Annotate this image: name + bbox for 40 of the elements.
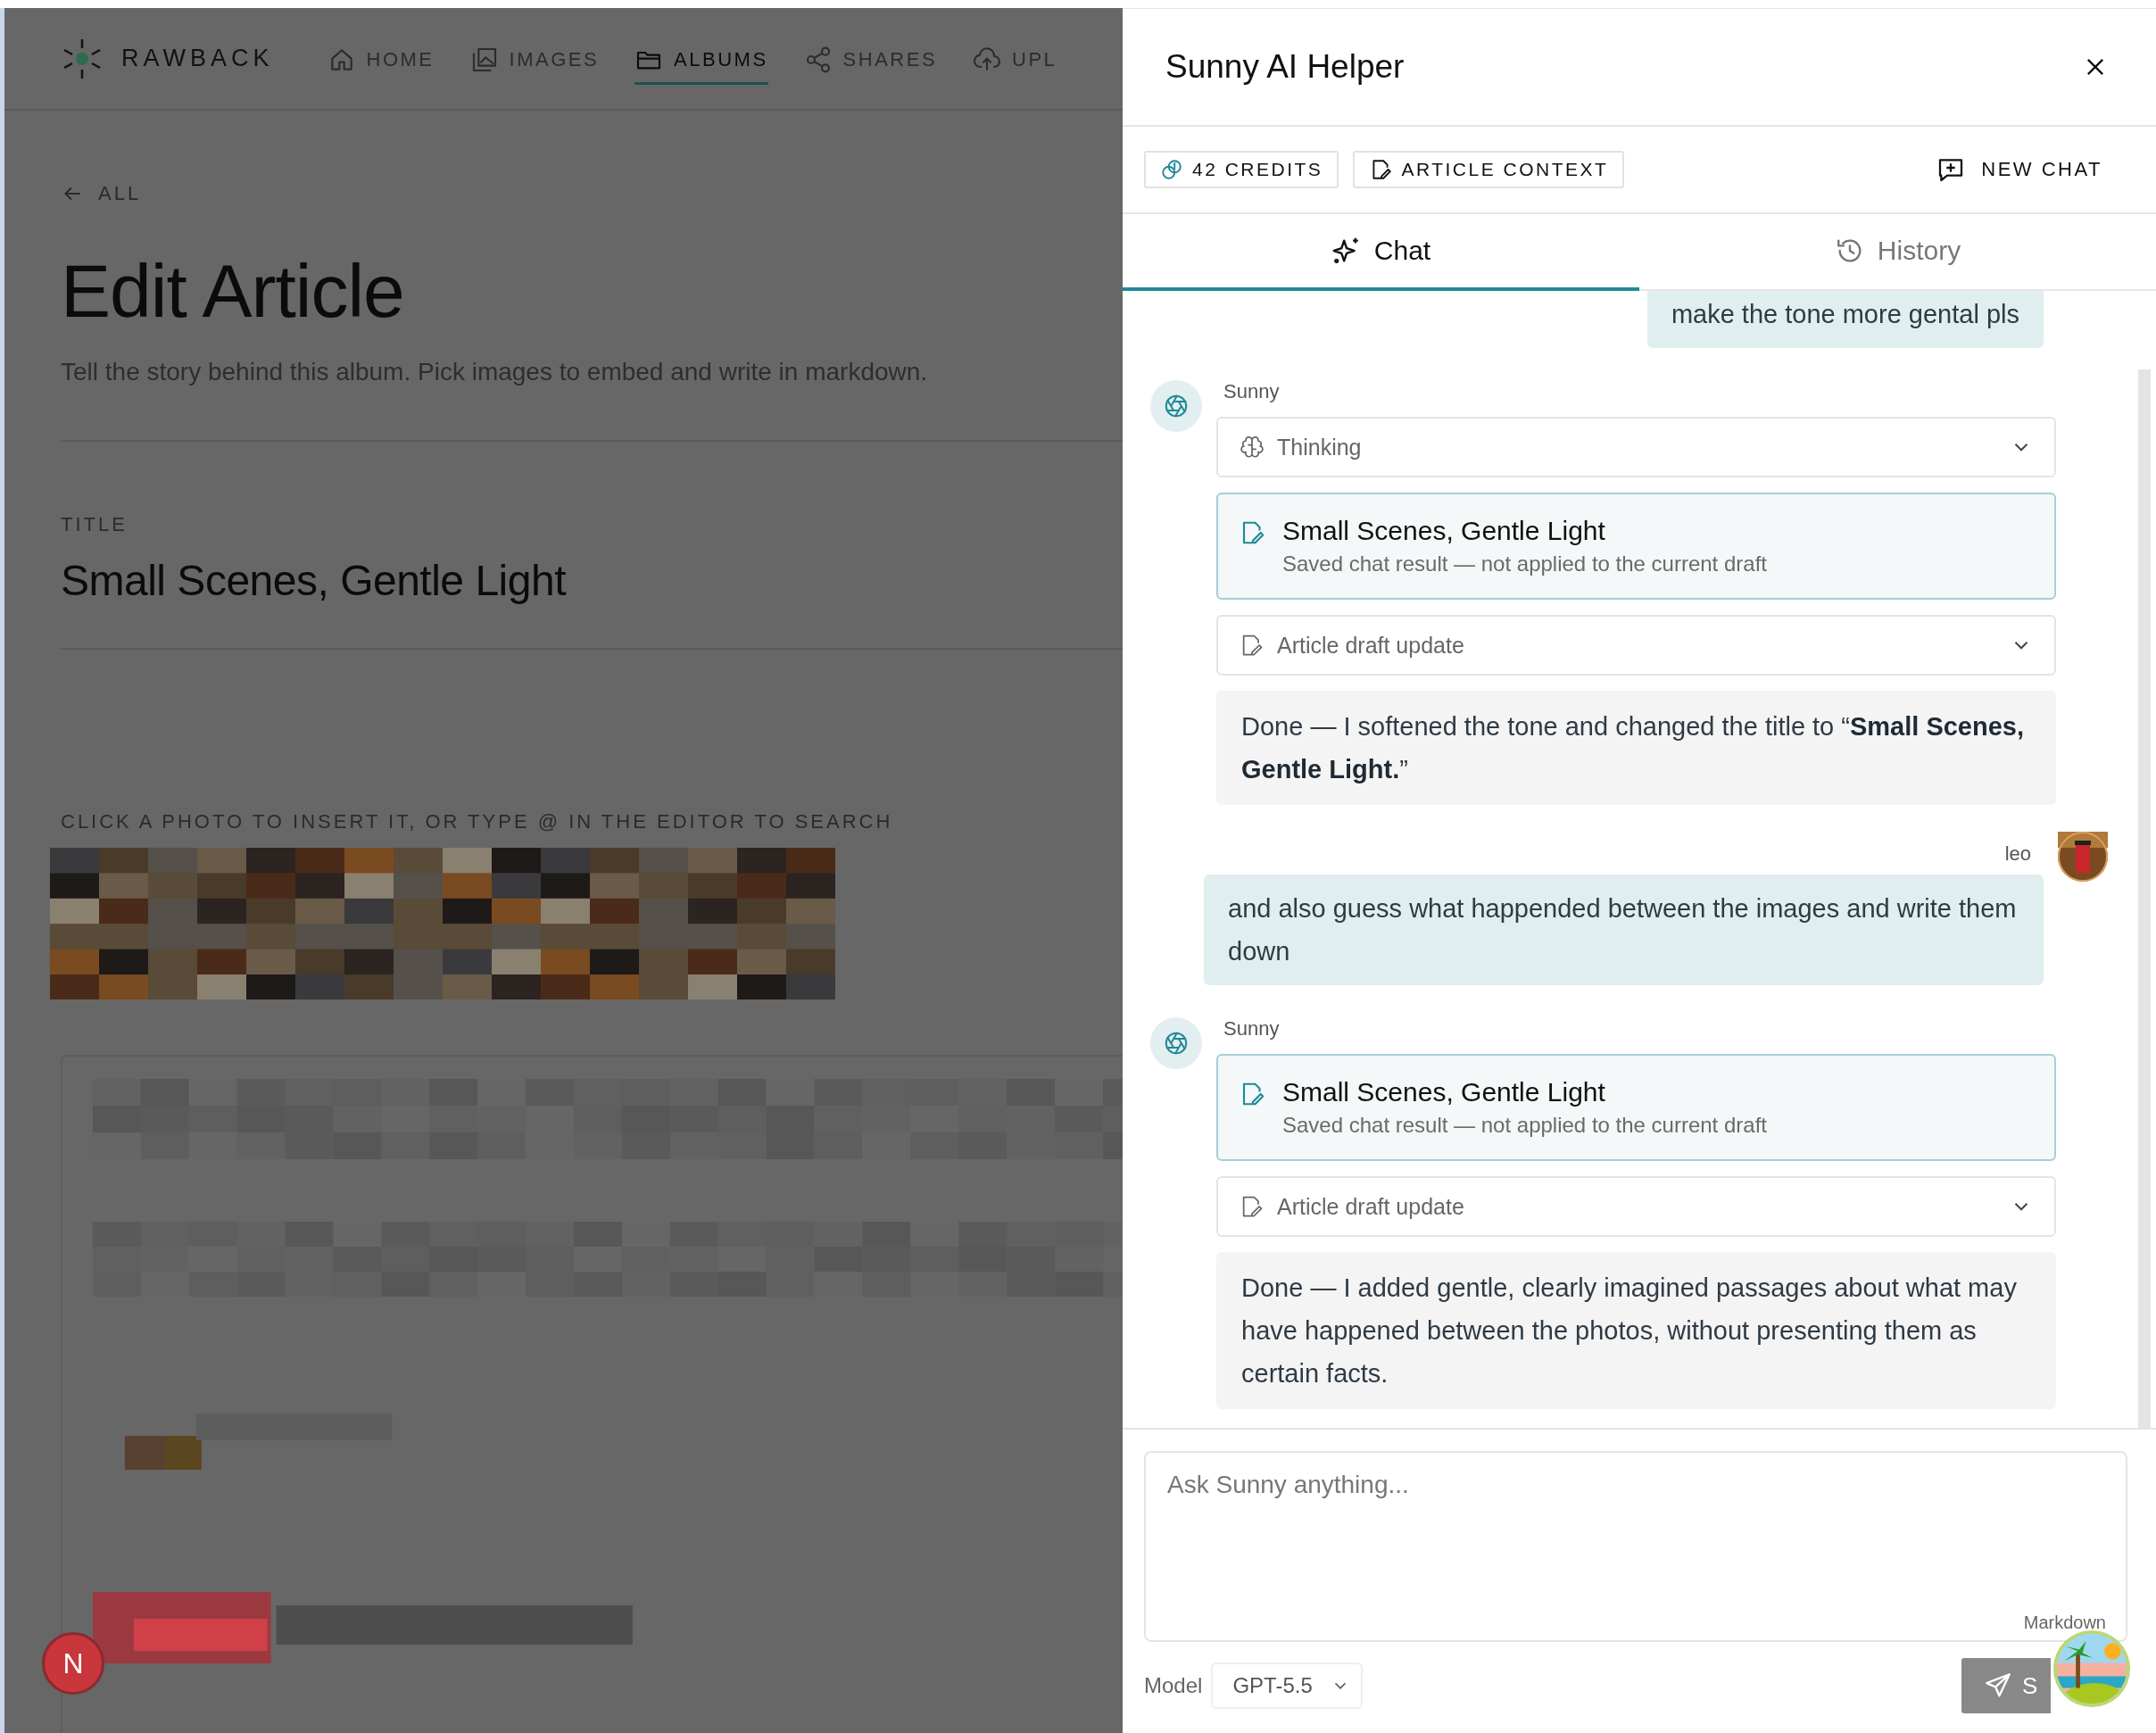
result-note: Saved chat result — not applied to the current draft (1282, 551, 1767, 576)
island-badge-icon[interactable] (2052, 1629, 2131, 1708)
user-message: and also guess what happended between the images and write them down (1204, 875, 2044, 985)
user-avatar[interactable]: N (42, 1632, 104, 1695)
aperture-icon (1163, 1030, 1190, 1057)
result-note: Saved chat result — not applied to the current draft (1282, 1113, 1767, 1138)
tab[interactable]: Chat (1123, 214, 1639, 291)
markdown-hint: Markdown (2023, 1613, 2106, 1633)
assistant-message: Done — I added gentle, clearly imagined passages about what may have happened between the photos, without presenting them as certain facts. (1216, 1252, 2056, 1409)
panel-title: Sunny AI Helper (1165, 48, 1405, 86)
draft-update-dropdown[interactable]: Article draft update (1216, 615, 2056, 676)
sender-name: Sunny (1223, 1017, 1281, 1041)
model-select[interactable]: GPT-5.5 (1211, 1663, 1363, 1709)
aperture-icon (1163, 393, 1190, 419)
thinking-dropdown[interactable]: Thinking (1216, 417, 2056, 477)
assistant-message: Done — I softened the tone and changed the title to “Small Scenes, Gentle Light.” (1216, 691, 2056, 805)
page-subtitle: Tell the story behind this album. Pick images to embed and write in markdown. (61, 358, 929, 386)
page-title: Edit Article (61, 248, 405, 335)
draft-update-dropdown[interactable]: Article draft update (1216, 1176, 2056, 1237)
new-chat-button[interactable]: NEW CHAT (1931, 154, 2108, 185)
result-title: Small Scenes, Gentle Light (1282, 1077, 1606, 1107)
result-card[interactable]: Small Scenes, Gentle Light Saved chat result — not applied to the current draft (1216, 493, 2056, 600)
photos-hint: CLICK A PHOTO TO INSERT IT, OR TYPE @ IN THE EDITOR TO SEARCH (61, 810, 894, 833)
tab[interactable]: History (1639, 214, 2156, 291)
field-label: TITLE (61, 513, 129, 536)
title-field[interactable]: Small Scenes, Gentle Light (61, 556, 1123, 605)
context-chip[interactable]: ARTICLE CONTEXT (1353, 151, 1625, 188)
sender-name: leo (2004, 842, 2031, 866)
coins-icon (1160, 158, 1183, 181)
credits-chip[interactable]: 42 CREDITS (1144, 151, 1339, 188)
nav-link[interactable]: ALBUMS (634, 32, 768, 85)
scrollbar-thumb[interactable] (2138, 369, 2151, 1428)
user-message: make the tone more gental pls (1646, 291, 2044, 348)
result-card[interactable]: Small Scenes, Gentle Light Saved chat result — not applied to the current draft (1216, 1054, 2056, 1161)
brain-icon (1240, 435, 1265, 460)
brand-name: RAWBACK (121, 45, 274, 72)
sender-name: Sunny (1223, 380, 1281, 403)
model-label: Model (1144, 1673, 1203, 1698)
send-button[interactable]: S (1961, 1658, 2051, 1713)
result-title: Small Scenes, Gentle Light (1282, 516, 1606, 546)
